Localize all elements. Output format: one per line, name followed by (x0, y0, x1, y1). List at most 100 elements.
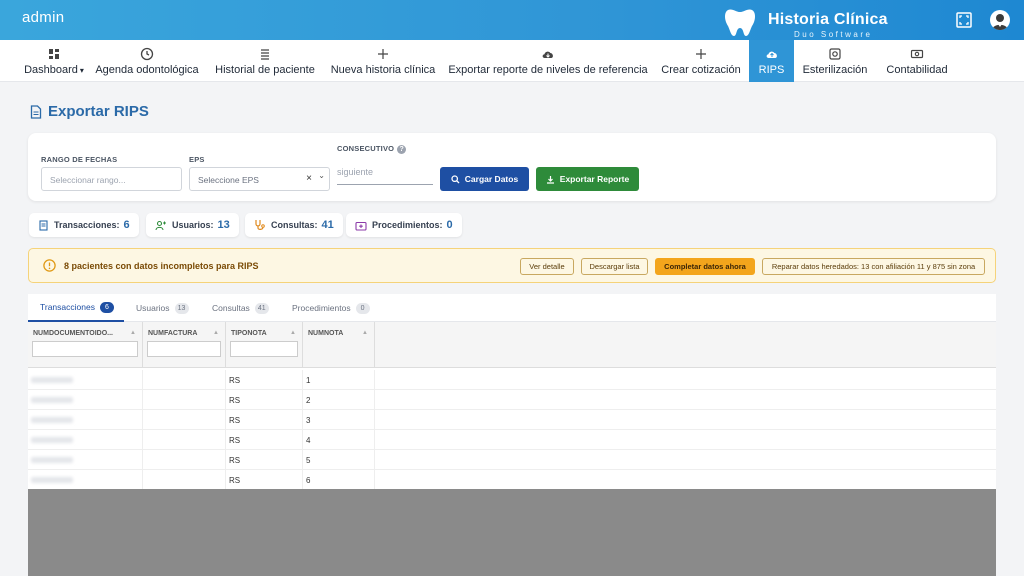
nav-crear-cotizacion[interactable]: Crear cotización (660, 40, 742, 82)
tab-transacciones[interactable]: Transacciones 6 (28, 294, 124, 322)
clear-icon[interactable]: × (306, 173, 312, 184)
consecutive-input[interactable]: siguiente (337, 163, 433, 185)
cell-invoice (143, 470, 226, 490)
avatar[interactable] (990, 10, 1010, 30)
consecutive-label: CONSECUTIVO? (337, 144, 407, 154)
nav-historial[interactable]: Historial de paciente (215, 40, 315, 82)
cell-tiponota: RS (226, 470, 303, 490)
column-header[interactable]: NUMDOCUMENTOIDO... ▲ (28, 322, 143, 368)
cell-numnota: 1 (303, 370, 375, 390)
table-row[interactable]: RS 3 (28, 410, 996, 430)
clock-icon (140, 47, 154, 60)
tab-count: 41 (254, 302, 269, 314)
plus-icon (378, 48, 388, 59)
consecutive-label-text: CONSECUTIVO (337, 144, 395, 153)
stat-label: Consultas: (271, 220, 318, 230)
nav-exportar-niveles[interactable]: Exportar reporte de niveles de referenci… (448, 40, 648, 82)
nav-esterilizacion[interactable]: Esterilización (802, 40, 868, 82)
view-detail-button[interactable]: Ver detalle (520, 258, 574, 275)
help-icon[interactable]: ? (397, 145, 407, 154)
load-data-label: Cargar Datos (464, 174, 519, 184)
column-title: NUMFACTURA (148, 330, 198, 337)
stat-value: 13 (217, 219, 230, 231)
cell-document (28, 430, 143, 450)
eps-select-value: Seleccione EPS (198, 175, 259, 185)
table-row[interactable]: RS 6 (28, 470, 996, 490)
nav-dashboard[interactable]: Dashboard ▾ (24, 40, 84, 82)
sort-icon[interactable]: ▲ (130, 330, 136, 336)
nav-agenda[interactable]: Agenda odontológica (95, 40, 199, 82)
nav-label: Dashboard (24, 63, 78, 76)
medical-kit-icon (355, 221, 367, 231)
fullscreen-icon[interactable] (956, 12, 972, 28)
cloud-icon (542, 51, 553, 58)
table-row[interactable]: RS 2 (28, 390, 996, 410)
export-report-button[interactable]: Exportar Reporte (536, 167, 639, 191)
money-icon (910, 49, 924, 58)
column-filter-input[interactable] (147, 341, 221, 357)
column-header[interactable]: TIPONOTA ▲ (226, 322, 303, 368)
eps-select[interactable]: Seleccione EPS × ⌄ (189, 167, 330, 191)
list-icon (261, 48, 269, 60)
nav-label: Agenda odontológica (95, 63, 199, 76)
sort-icon[interactable]: ▲ (213, 330, 219, 336)
receipt-icon (39, 219, 48, 231)
date-range-field[interactable]: Seleccionar rango... (41, 167, 182, 191)
nav-label: Nueva historia clínica (330, 63, 436, 76)
nav-nueva-historia[interactable]: Nueva historia clínica (330, 40, 436, 82)
sort-icon[interactable]: ▲ (362, 330, 368, 336)
cell-tiponota: RS (226, 370, 303, 390)
cell-document (28, 390, 143, 410)
cell-tiponota: RS (226, 450, 303, 470)
cell-document (28, 470, 143, 490)
main-nav: Dashboard ▾ Agenda odontológica Historial… (0, 40, 1024, 82)
brand-subtitle: Duo Software (794, 30, 873, 39)
dashboard-icon (49, 48, 59, 59)
column-header[interactable]: NUMNOTA ▲ (303, 322, 375, 368)
username[interactable]: admin (22, 9, 64, 26)
cloud-upload-icon (766, 51, 777, 58)
table-row[interactable]: RS 5 (28, 450, 996, 470)
download-list-button[interactable]: Descargar lista (581, 258, 648, 275)
column-filter-input[interactable] (32, 341, 138, 357)
cell-tiponota: RS (226, 430, 303, 450)
column-filter-input[interactable] (230, 341, 298, 357)
tab-usuarios[interactable]: Usuarios 13 (136, 294, 189, 322)
nav-contabilidad[interactable]: Contabilidad (885, 40, 949, 82)
stat-label: Procedimientos: (372, 220, 443, 230)
top-bar: admin Historia Clínica Duo Software (0, 0, 1024, 40)
cell-document (28, 450, 143, 470)
tab-consultas[interactable]: Consultas 41 (212, 294, 269, 322)
cell-invoice (143, 450, 226, 470)
nav-label: Crear cotización (661, 63, 741, 76)
column-header[interactable]: NUMFACTURA ▲ (143, 322, 226, 368)
export-report-label: Exportar Reporte (559, 174, 630, 184)
cell-invoice (143, 370, 226, 390)
cell-invoice (143, 410, 226, 430)
sort-icon[interactable]: ▲ (290, 330, 296, 336)
page-title-text: Exportar RIPS (48, 103, 149, 120)
nav-rips[interactable]: RIPS (749, 40, 794, 82)
brand-name: Historia Clínica (768, 11, 888, 28)
alert-message: 8 pacientes con datos incompletos para R… (64, 261, 259, 271)
stat-consultas: Consultas: 41 (245, 213, 343, 237)
complete-data-button[interactable]: Completar datos ahora (655, 258, 755, 275)
users-icon (155, 220, 166, 230)
load-data-button[interactable]: Cargar Datos (440, 167, 529, 191)
stat-value: 41 (321, 219, 334, 231)
document-icon (30, 104, 42, 119)
chevron-down-icon: ⌄ (318, 171, 325, 180)
date-range-label: RANGO DE FECHAS (41, 155, 118, 164)
table-row[interactable]: RS 4 (28, 430, 996, 450)
tab-count: 6 (99, 301, 114, 313)
table-row[interactable]: RS 1 (28, 370, 996, 390)
repair-data-button[interactable]: Reparar datos heredados: 13 con afiliaci… (762, 258, 985, 275)
stat-label: Transacciones: (54, 220, 120, 230)
tab-procedimientos[interactable]: Procedimientos 0 (292, 294, 370, 322)
warning-icon (43, 259, 56, 272)
tab-label: Procedimientos (292, 303, 351, 313)
cell-tiponota: RS (226, 410, 303, 430)
stat-transacciones: Transacciones: 6 (29, 213, 139, 237)
cell-invoice (143, 430, 226, 450)
cell-numnota: 6 (303, 470, 375, 490)
